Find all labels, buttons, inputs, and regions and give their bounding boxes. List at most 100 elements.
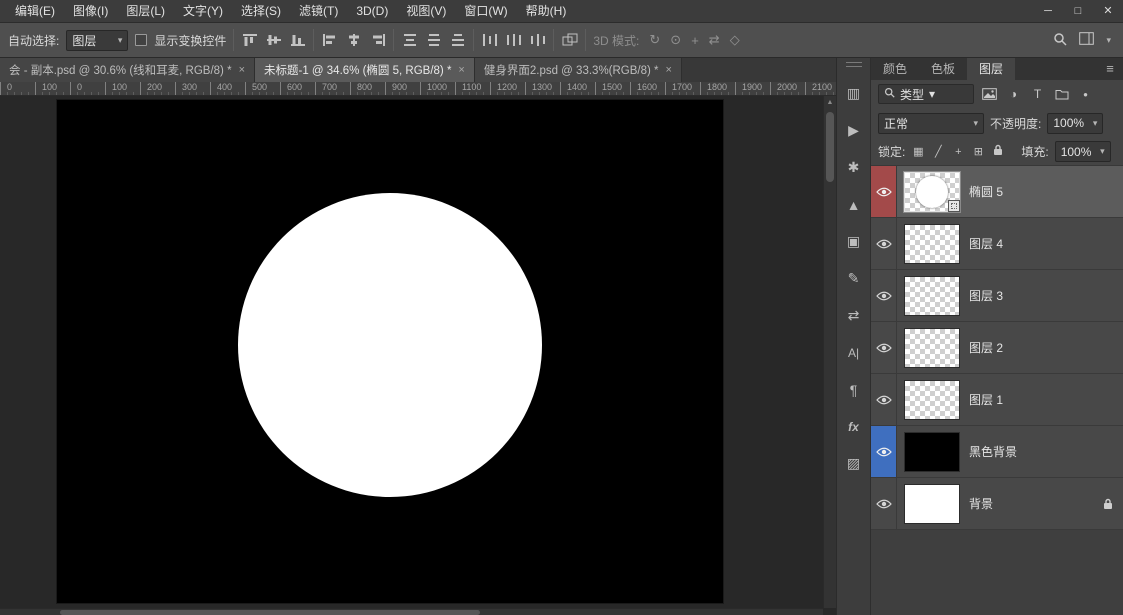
filter-pixel-icon[interactable] xyxy=(981,88,998,100)
tab-color[interactable]: 颜色 xyxy=(871,58,919,80)
distribute-center-icon[interactable] xyxy=(505,33,522,48)
align-top-icon[interactable] xyxy=(241,33,258,48)
distribute-right-icon[interactable] xyxy=(529,33,546,48)
align-left-icon[interactable] xyxy=(321,33,338,48)
horizontal-scrollbar[interactable] xyxy=(0,608,823,615)
menu-type[interactable]: 文字(Y) xyxy=(174,0,232,22)
adjustments-panel-icon[interactable]: ✱ xyxy=(837,149,871,186)
layer-row-black-background[interactable]: 黑色背景 xyxy=(871,426,1123,478)
workspace-icon[interactable] xyxy=(1079,32,1095,48)
show-transform-checkbox[interactable] xyxy=(135,34,148,46)
3d-roll-icon[interactable]: ⊙ xyxy=(670,32,681,48)
visibility-toggle[interactable] xyxy=(871,322,897,373)
minimize-button[interactable]: ─ xyxy=(1033,0,1063,22)
menu-layer[interactable]: 图层(L) xyxy=(117,0,174,22)
blend-mode-dropdown[interactable]: 正常 ▾ xyxy=(878,112,984,134)
distribute-bottom-icon[interactable] xyxy=(449,33,466,48)
distribute-left-icon[interactable] xyxy=(481,33,498,48)
3d-scale-icon[interactable]: ◇ xyxy=(730,32,740,48)
vertical-scroll-thumb[interactable] xyxy=(826,112,834,182)
clone-source-panel-icon[interactable]: ⇄ xyxy=(837,297,871,334)
canvas-pasteboard[interactable]: ▲ xyxy=(0,96,836,615)
document-tab-1[interactable]: 会 - 副本.psd @ 30.6% (线和耳麦, RGB/8) * × xyxy=(0,58,255,82)
layer-thumbnail[interactable] xyxy=(904,223,960,264)
styles-panel-icon[interactable]: fx xyxy=(837,408,871,445)
filter-adjustment-icon[interactable]: ◑ xyxy=(1005,87,1022,101)
tab-close-icon[interactable]: × xyxy=(458,64,464,76)
3d-rotate-icon[interactable]: ↻ xyxy=(649,32,660,48)
lock-transparency-icon[interactable]: ▦ xyxy=(911,145,925,158)
dock-grip[interactable] xyxy=(845,62,862,67)
layer-row-background[interactable]: 背景 xyxy=(871,478,1123,530)
actions-panel-icon[interactable]: ▶ xyxy=(837,112,871,149)
lock-all-icon[interactable] xyxy=(991,144,1005,159)
fill-dropdown[interactable]: 100% ▾ xyxy=(1054,141,1111,162)
align-right-icon[interactable] xyxy=(369,33,386,48)
maximize-button[interactable]: □ xyxy=(1063,0,1093,22)
lock-paint-icon[interactable]: ╱ xyxy=(931,145,945,158)
properties-panel-icon[interactable]: ▣ xyxy=(837,223,871,260)
visibility-toggle[interactable] xyxy=(871,270,897,321)
lock-artboard-icon[interactable]: ⊞ xyxy=(971,145,985,158)
layer-thumbnail[interactable] xyxy=(904,431,960,472)
visibility-toggle[interactable] xyxy=(871,426,897,477)
menu-image[interactable]: 图像(I) xyxy=(64,0,117,22)
layer-row-layer-3[interactable]: 图层 3 xyxy=(871,270,1123,322)
visibility-toggle[interactable] xyxy=(871,166,897,217)
navigator-panel-icon[interactable]: ▲ xyxy=(837,186,871,223)
align-center-icon[interactable] xyxy=(345,33,362,48)
filter-type-text-icon[interactable]: T xyxy=(1029,87,1046,101)
patterns-panel-icon[interactable]: ▨ xyxy=(837,445,871,482)
document-tab-3[interactable]: 健身界面2.psd @ 33.3%(RGB/8) * × xyxy=(474,58,682,82)
tab-close-icon[interactable]: × xyxy=(239,64,245,76)
layer-thumbnail[interactable] xyxy=(904,483,960,524)
distribute-top-icon[interactable] xyxy=(401,33,418,48)
horizontal-scroll-thumb[interactable] xyxy=(60,610,480,615)
lock-position-icon[interactable]: + xyxy=(951,146,965,158)
3d-pan-icon[interactable]: + xyxy=(691,33,699,48)
tab-layers[interactable]: 图层 xyxy=(967,58,1016,80)
filter-shape-icon[interactable]: ● xyxy=(1077,90,1094,99)
layer-thumbnail[interactable] xyxy=(904,171,960,212)
tab-swatches[interactable]: 色板 xyxy=(919,58,967,80)
layer-row-ellipse-5[interactable]: 椭圆 5 xyxy=(871,166,1123,218)
menu-select[interactable]: 选择(S) xyxy=(232,0,290,22)
document-tab-2-active[interactable]: 未标题-1 @ 34.6% (椭圆 5, RGB/8) * × xyxy=(255,58,475,82)
chevron-down-icon[interactable]: ▾ xyxy=(1106,35,1111,46)
paragraph-panel-icon[interactable]: ¶ xyxy=(837,371,871,408)
visibility-toggle[interactable] xyxy=(871,478,897,529)
layer-row-layer-1[interactable]: 图层 1 xyxy=(871,374,1123,426)
layer-thumbnail[interactable] xyxy=(904,379,960,420)
panel-menu-icon[interactable]: ≡ xyxy=(1097,58,1123,80)
layer-row-layer-2[interactable]: 图层 2 xyxy=(871,322,1123,374)
align-bottom-icon[interactable] xyxy=(289,33,306,48)
tab-close-icon[interactable]: × xyxy=(666,64,672,76)
search-icon[interactable] xyxy=(1053,32,1067,49)
auto-select-dropdown[interactable]: 图层 ▾ xyxy=(66,29,129,51)
layer-row-layer-4[interactable]: 图层 4 xyxy=(871,218,1123,270)
filter-type-dropdown[interactable]: 类型 ▾ xyxy=(878,84,974,104)
menu-help[interactable]: 帮助(H) xyxy=(517,0,576,22)
menu-window[interactable]: 窗口(W) xyxy=(455,0,516,22)
menu-edit[interactable]: 编辑(E) xyxy=(6,0,64,22)
menu-3d[interactable]: 3D(D) xyxy=(347,0,397,22)
histogram-panel-icon[interactable]: ▥ xyxy=(837,75,871,112)
align-middle-icon[interactable] xyxy=(265,33,282,48)
opacity-dropdown[interactable]: 100% ▾ xyxy=(1047,112,1104,134)
menu-view[interactable]: 视图(V) xyxy=(397,0,455,22)
scroll-up-icon[interactable]: ▲ xyxy=(824,96,836,109)
close-button[interactable]: ✕ xyxy=(1093,0,1123,22)
auto-align-icon[interactable] xyxy=(561,33,578,48)
vertical-scrollbar[interactable]: ▲ xyxy=(823,96,836,608)
document-canvas[interactable] xyxy=(57,100,723,603)
layer-thumbnail[interactable] xyxy=(904,327,960,368)
character-panel-icon[interactable]: A| xyxy=(837,334,871,371)
distribute-middle-icon[interactable] xyxy=(425,33,442,48)
visibility-toggle[interactable] xyxy=(871,218,897,269)
layer-thumbnail[interactable] xyxy=(904,275,960,316)
3d-slide-icon[interactable]: ⇄ xyxy=(709,32,720,48)
menu-filter[interactable]: 滤镜(T) xyxy=(290,0,347,22)
visibility-toggle[interactable] xyxy=(871,374,897,425)
brush-panel-icon[interactable]: ✎ xyxy=(837,260,871,297)
filter-group-icon[interactable] xyxy=(1053,89,1070,100)
